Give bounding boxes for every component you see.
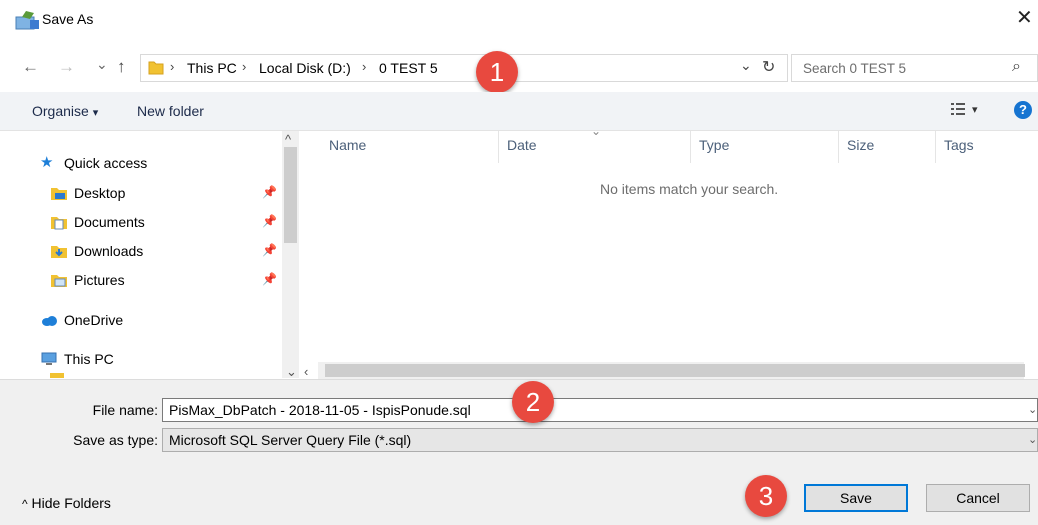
column-divider[interactable] [935,131,936,163]
scroll-left-icon[interactable]: ‹ [304,364,308,379]
address-bar[interactable] [140,54,788,82]
help-icon[interactable]: ? [1014,101,1032,119]
folder-icon [148,61,164,75]
column-header-size[interactable]: Size [847,137,874,153]
column-header-name[interactable]: Name [329,137,366,153]
hide-folders-label: Hide Folders [31,495,111,511]
sidebar-item-label: OneDrive [64,312,124,328]
cancel-button[interactable]: Cancel [926,484,1030,512]
scroll-up-icon[interactable]: ^ [285,132,291,147]
save-as-icon [15,11,39,30]
search-placeholder: Search 0 TEST 5 [803,61,907,76]
breadcrumb-separator: › [242,59,247,74]
file-name-label: File name: [92,402,158,418]
step-marker-1: 1 [476,51,518,93]
sidebar-item-documents[interactable]: Documents [50,210,145,234]
sidebar-item-this-pc[interactable]: This PC [40,347,114,371]
view-options-icon[interactable] [950,102,966,116]
pin-icon: 📌 [262,214,277,228]
downloads-folder-icon [51,246,67,258]
computer-icon [41,352,57,365]
sidebar-item-label: Documents [74,214,145,230]
search-icon[interactable]: ⌕ [1012,58,1021,76]
step-marker-3: 3 [745,475,787,517]
close-icon[interactable]: ✕ [1016,8,1033,28]
empty-list-message: No items match your search. [600,181,779,197]
chevron-up-icon: ^ [22,497,28,511]
save-type-dropdown-icon[interactable]: ⌄ [1028,433,1037,446]
partial-folder-icon [50,373,64,378]
save-button[interactable]: Save [804,484,908,512]
hide-folders-button[interactable]: ^ Hide Folders [22,495,111,511]
back-icon[interactable]: ← [22,57,39,77]
scroll-down-icon[interactable]: ⌄ [286,364,297,380]
sidebar-item-label: Desktop [74,185,126,201]
documents-folder-icon [51,217,67,230]
caret-down-icon: ▾ [92,107,99,119]
sort-indicator-icon: ⌄ [591,124,602,138]
file-name-field[interactable]: PisMax_DbPatch - 2018-11-05 - IspisPonud… [162,398,1038,422]
sidebar-item-label: Pictures [74,272,125,288]
breadcrumb-local-disk[interactable]: Local Disk (D:) [259,60,351,76]
pin-icon: 📌 [262,185,277,199]
organise-label: Organise [32,103,89,119]
save-type-value: Microsoft SQL Server Query File (*.sql) [169,432,412,448]
pin-icon: 📌 [262,272,277,286]
new-folder-button[interactable]: New folder [137,103,204,119]
star-icon: ★ [40,154,54,171]
sidebar-item-onedrive[interactable]: OneDrive [40,308,123,332]
sidebar-item-downloads[interactable]: Downloads [50,239,143,263]
cloud-icon [42,316,57,326]
file-name-value: PisMax_DbPatch - 2018-11-05 - IspisPonud… [169,402,471,418]
step-marker-2: 2 [512,381,554,423]
sidebar-scroll-thumb[interactable] [284,147,297,243]
column-header-date[interactable]: Date [507,137,537,153]
sidebar-item-label: Downloads [74,243,144,259]
pictures-folder-icon [51,275,67,287]
sidebar-item-quick-access[interactable]: ★ Quick access [40,151,147,175]
refresh-icon[interactable]: ↻ [762,57,775,77]
up-icon[interactable]: ↑ [117,57,126,77]
pin-icon: 📌 [262,243,277,257]
view-caret-icon[interactable]: ▾ [972,103,978,116]
organise-menu[interactable]: Organise ▾ [32,103,98,119]
window-title: Save As [42,11,94,27]
column-divider[interactable] [838,131,839,163]
column-divider[interactable] [690,131,691,163]
breadcrumb-this-pc[interactable]: This PC [187,60,237,76]
save-type-select[interactable]: Microsoft SQL Server Query File (*.sql) [162,428,1038,452]
column-header-tags[interactable]: Tags [944,137,974,153]
sidebar-item-desktop[interactable]: Desktop [50,181,125,205]
save-type-label: Save as type: [73,432,158,448]
breadcrumb-separator: › [362,59,367,74]
address-dropdown-icon[interactable]: ⌄ [740,57,752,74]
sidebar-item-label: Quick access [64,155,148,171]
sidebar-item-pictures[interactable]: Pictures [50,268,125,292]
title-bar [0,0,1038,40]
recent-locations-icon[interactable]: ⌄ [96,56,108,73]
desktop-folder-icon [51,188,67,200]
forward-icon[interactable]: → [58,57,75,77]
file-list-hscroll-thumb[interactable] [325,364,1025,377]
sidebar-item-label: This PC [64,351,114,367]
breadcrumb-separator: › [170,59,175,74]
column-header-type[interactable]: Type [699,137,729,153]
file-name-dropdown-icon[interactable]: ⌄ [1028,403,1037,416]
column-divider[interactable] [498,131,499,163]
breadcrumb-current-folder[interactable]: 0 TEST 5 [379,60,438,76]
